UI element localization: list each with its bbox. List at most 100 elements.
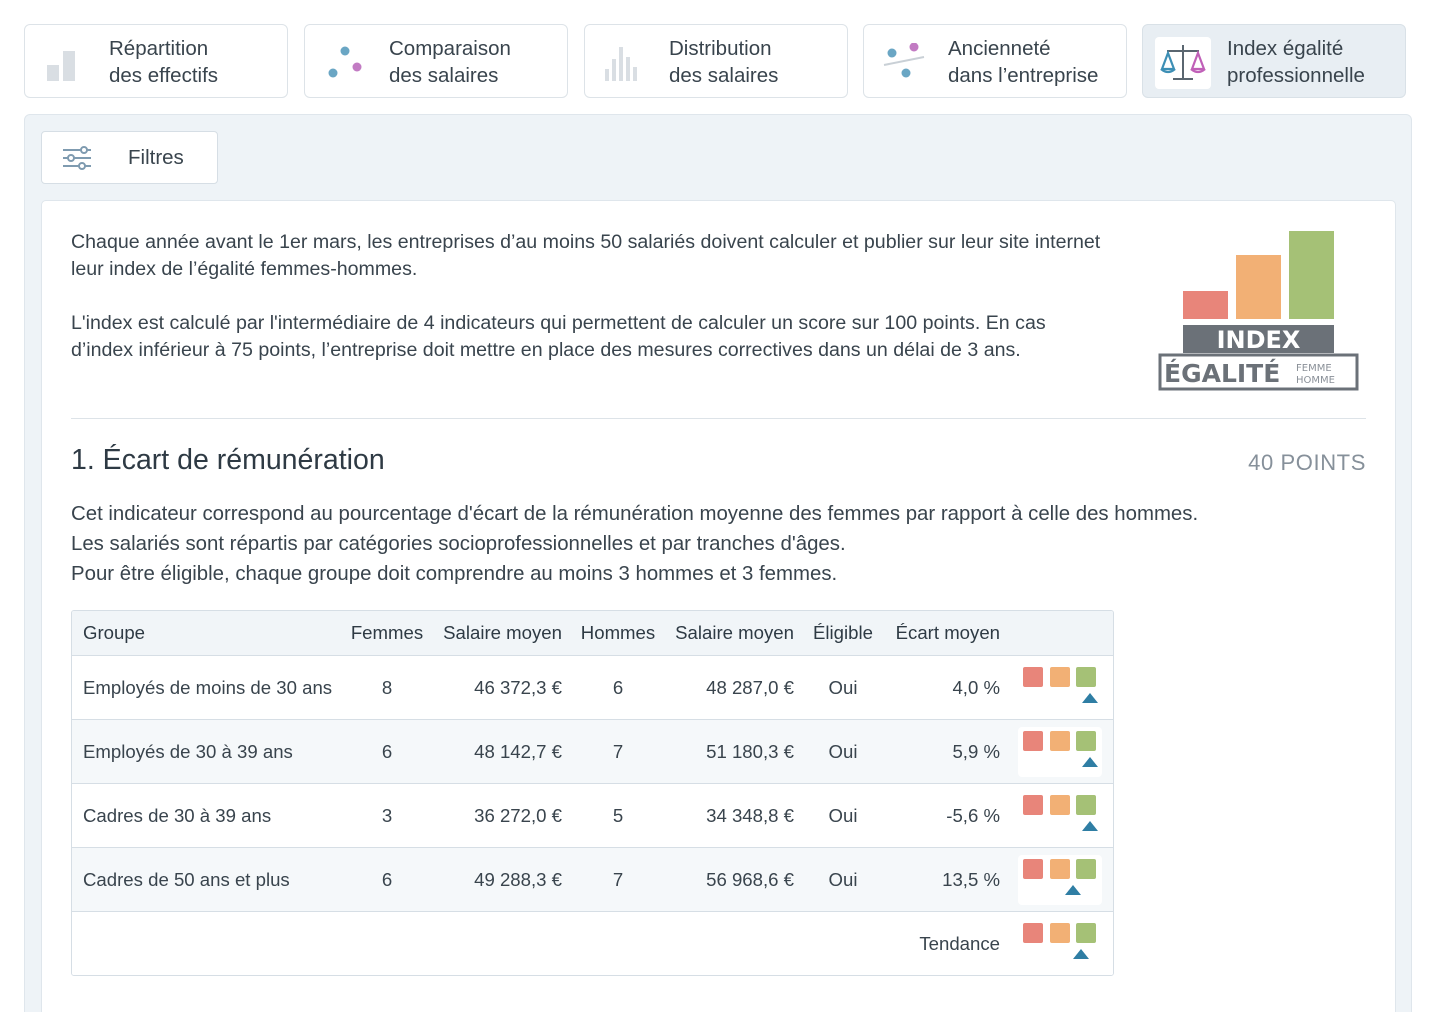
tab-label: Comparaison [389, 37, 511, 60]
gauge-orange-square [1050, 923, 1070, 943]
cell-salary-women: 36 272,0 € [474, 804, 562, 826]
logo-small-femme: FEMME [1296, 363, 1332, 374]
cell-men: 5 [612, 804, 624, 826]
gauge-green-square [1076, 923, 1096, 943]
filters-button[interactable]: Filtres [41, 131, 218, 184]
cell-gap: 4,0 % [952, 676, 1000, 698]
tab-label: Répartition [109, 37, 209, 60]
section-points: 40 POINTS [1248, 450, 1366, 475]
chart-tabs: Répartition des effectifs Comparaison des … [24, 24, 1406, 98]
gauge-marker [1082, 693, 1099, 703]
cell-salary-men: 56 968,6 € [706, 868, 794, 890]
gauge-orange-square [1050, 795, 1070, 815]
tab-label: Index égalité [1227, 37, 1344, 60]
balance-scale-icon [1155, 37, 1211, 89]
scatter-dots-icon [328, 46, 362, 78]
header-salary-women: Salaire moyen [443, 622, 562, 643]
gauge-green-square [1076, 731, 1096, 751]
index-egalite-logo: INDEX ÉGALITÉ FEMME HOMME [1158, 231, 1359, 391]
cell-group: Cadres de 30 à 39 ans [83, 804, 272, 826]
description-line: Les salariés sont répartis par catégorie… [71, 533, 846, 555]
cell-salary-men: 34 348,8 € [706, 804, 794, 826]
cell-eligible: Oui [828, 676, 858, 698]
description-line: Pour être éligible, chaque groupe doit c… [71, 563, 838, 585]
tab-label: professionnelle [1227, 64, 1365, 87]
table-row: Cadres de 50 ans et plus 6 49 288,3 € 7 … [72, 847, 1113, 911]
table-row: Cadres de 30 à 39 ans 3 36 272,0 € 5 34 … [72, 783, 1113, 847]
cell-salary-men: 51 180,3 € [706, 740, 794, 762]
logo-word-egalite: ÉGALITÉ [1164, 359, 1280, 388]
gauge-green-square [1076, 859, 1096, 879]
cell-men: 7 [612, 740, 624, 762]
table-row: Employés de 30 à 39 ans 6 48 142,7 € 7 5… [72, 719, 1113, 783]
tab-label: des salaires [669, 64, 779, 87]
sliders-icon [63, 146, 91, 170]
trend-dots-icon [883, 43, 925, 78]
gauge-orange-square [1050, 667, 1070, 687]
tab-index-egalite[interactable]: Index égalité professionnelle [1142, 24, 1406, 98]
cell-group: Employés de moins de 30 ans [83, 676, 333, 698]
bar-chart-icon [47, 51, 75, 81]
gauge-red-square [1023, 667, 1043, 687]
tab-label: des salaires [389, 64, 499, 87]
filters-label: Filtres [128, 146, 184, 169]
gauge-marker [1082, 757, 1099, 767]
cell-group: Employés de 30 à 39 ans [83, 740, 293, 762]
gauge-red-square [1023, 859, 1043, 879]
logo-small-homme: HOMME [1296, 375, 1335, 386]
intro-text: Chaque année avant le 1er mars, les entr… [71, 229, 1101, 364]
trend-gauge [1018, 919, 1102, 969]
cell-eligible: Oui [828, 740, 858, 762]
tab-label: Distribution [669, 37, 772, 60]
header-group: Groupe [83, 622, 146, 643]
tab-anciennete[interactable]: Ancienneté dans l’entreprise [863, 24, 1127, 98]
gap-gauge [1018, 727, 1102, 777]
section-title: 1. Écart de rémunération [71, 444, 385, 476]
cell-gap: 13,5 % [942, 868, 1000, 890]
tab-label: Ancienneté [948, 37, 1051, 60]
cell-salary-men: 48 287,0 € [706, 676, 794, 698]
cell-eligible: Oui [828, 804, 858, 826]
cell-gap: 5,9 % [952, 740, 1000, 762]
table-header-row: Groupe Femmes Salaire moyen Hommes Salai… [72, 611, 1113, 655]
table-row: Employés de moins de 30 ans 8 46 372,3 €… [72, 655, 1113, 719]
header-salary-men: Salaire moyen [675, 622, 794, 643]
index-card: Chaque année avant le 1er mars, les entr… [41, 200, 1396, 1012]
header-women: Femmes [350, 622, 424, 643]
gauge-red-square [1023, 731, 1043, 751]
gap-gauge [1018, 663, 1102, 713]
header-eligible: Éligible [813, 622, 873, 643]
gauge-orange-square [1050, 731, 1070, 751]
header-gap: Écart moyen [895, 622, 1000, 643]
gap-gauge [1018, 855, 1102, 905]
gauge-green-square [1076, 667, 1096, 687]
gauge-orange-square [1050, 859, 1070, 879]
cell-women: 6 [381, 868, 393, 890]
intro-paragraph: Chaque année avant le 1er mars, les entr… [71, 231, 1101, 280]
trend-row: Tendance [72, 911, 1113, 975]
cell-salary-women: 49 288,3 € [474, 868, 562, 890]
cell-salary-women: 48 142,7 € [474, 740, 562, 762]
cell-salary-women: 46 372,3 € [474, 676, 562, 698]
gauge-marker [1064, 885, 1081, 895]
cell-eligible: Oui [828, 868, 858, 890]
description-line: Cet indicateur correspond au pourcentage… [71, 503, 1199, 525]
tab-comparaison-salaires[interactable]: Comparaison des salaires [304, 24, 568, 98]
cell-men: 6 [612, 676, 624, 698]
gauge-red-square [1023, 795, 1043, 815]
gauge-marker [1073, 949, 1090, 959]
tab-distribution-salaires[interactable]: Distribution des salaires [584, 24, 848, 98]
header-men: Hommes [580, 622, 656, 643]
gauge-red-square [1023, 923, 1043, 943]
tab-label: dans l’entreprise [948, 64, 1099, 87]
tab-label: des effectifs [109, 64, 219, 87]
cell-women: 6 [381, 740, 393, 762]
gauge-marker [1082, 821, 1099, 831]
trend-label: Tendance [919, 932, 1000, 954]
histogram-icon [605, 47, 637, 81]
intro-paragraph: L'index est calculé par l'intermédiaire … [71, 312, 1046, 361]
divider [71, 418, 1366, 419]
logo-word-index: INDEX [1217, 326, 1301, 354]
pay-gap-table: Groupe Femmes Salaire moyen Hommes Salai… [71, 610, 1114, 976]
tab-repartition-effectifs[interactable]: Répartition des effectifs [24, 24, 288, 98]
